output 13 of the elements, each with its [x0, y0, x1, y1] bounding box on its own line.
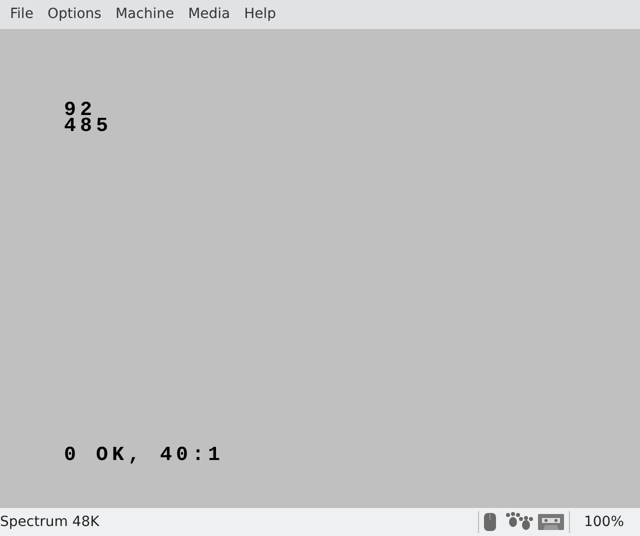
- machine-label: Spectrum 48K: [0, 512, 100, 532]
- menu-item[interactable]: Options: [40, 4, 108, 25]
- screen-line: 485: [64, 119, 112, 135]
- menu-item[interactable]: Machine: [108, 4, 182, 25]
- menu-item[interactable]: Help: [237, 4, 284, 25]
- screen-line: 92: [64, 103, 96, 119]
- footprints-icon: [505, 512, 533, 532]
- zoom-label: 100%: [582, 512, 626, 532]
- menu-item[interactable]: Media: [181, 4, 238, 25]
- screen-message: 0 OK, 40:1: [64, 448, 224, 464]
- menu-item[interactable]: File: [3, 4, 40, 25]
- mouse-icon: [483, 512, 497, 532]
- cassette-icon: [537, 513, 565, 531]
